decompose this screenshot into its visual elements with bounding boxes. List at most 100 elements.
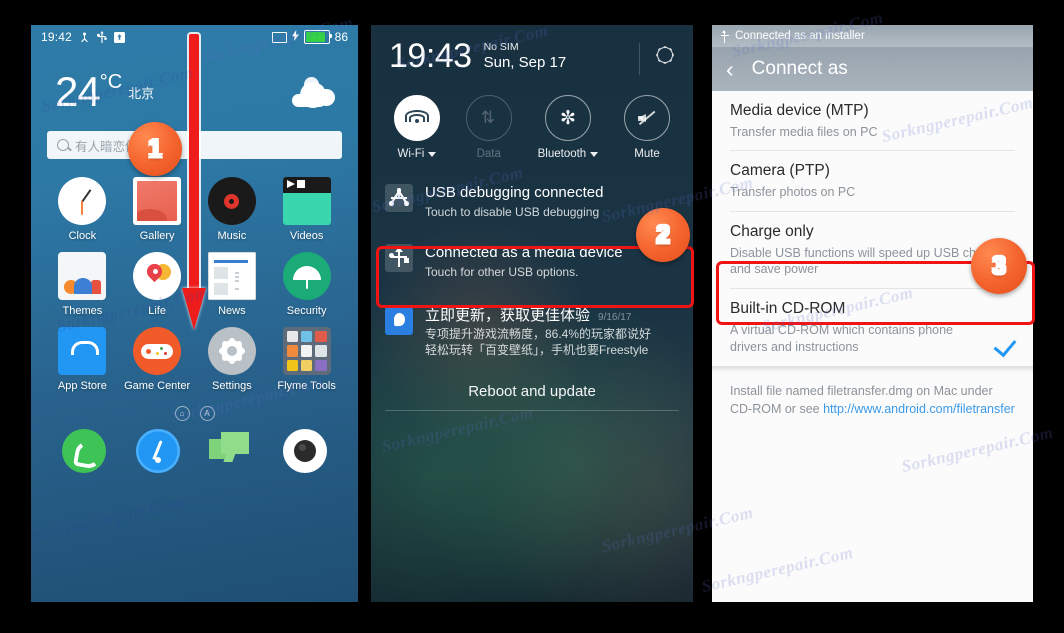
- notification-date: 9/16/17: [598, 311, 632, 323]
- wifi-icon: [393, 95, 440, 141]
- step-badge-2: 2: [636, 208, 690, 262]
- option-media-device-mtp[interactable]: Media device (MTP) Transfer media files …: [712, 91, 1033, 150]
- app-icon-videos[interactable]: Videos: [269, 177, 344, 242]
- sim-status: No SIM: [483, 41, 519, 53]
- step-badge-3: 3: [971, 238, 1027, 294]
- home-page-dot[interactable]: ⌂: [174, 406, 190, 421]
- usb-icon: [720, 29, 729, 43]
- app-bar: ‹ Connect as: [712, 47, 1033, 91]
- toggle-label: Mute: [634, 148, 660, 160]
- camera-icon[interactable]: [283, 429, 328, 473]
- download-icon: [114, 31, 126, 43]
- app-label: Clock: [68, 230, 97, 242]
- back-chevron-icon[interactable]: ‹: [726, 57, 734, 81]
- status-bar: Connected as an installer: [712, 25, 1033, 47]
- option-subtitle: Transfer media files on PC: [730, 124, 878, 139]
- quick-toggles: Wi-Fi ⇅ Data ✼ Bluetooth Mute: [371, 95, 693, 160]
- app-icon-security[interactable]: Security: [269, 252, 344, 317]
- flyme-tools-icon: [282, 327, 331, 375]
- app-icon-gallery[interactable]: Gallery: [120, 177, 195, 242]
- chevron-down-icon[interactable]: [590, 151, 599, 157]
- notification-update[interactable]: 立即更新，获取更佳体验 9/16/17 专项提升游戏流畅度，86.4%的玩家都说…: [371, 295, 693, 369]
- videos-icon: [282, 177, 331, 225]
- android-filetransfer-link[interactable]: http://www.android.com/filetransfer: [823, 402, 1015, 416]
- app-icon-themes[interactable]: Themes: [45, 252, 120, 317]
- dock: [31, 421, 358, 473]
- notification-subtitle: 专项提升游戏流畅度，86.4%的玩家都说好 轻松玩转「百变壁纸」，手机也要Fre…: [425, 327, 652, 358]
- status-bar: 19:42 86: [31, 25, 358, 49]
- messaging-icon[interactable]: [209, 429, 253, 473]
- app-icon-clock[interactable]: Clock: [45, 177, 120, 242]
- app-icon-app-store[interactable]: App Store: [45, 327, 120, 392]
- usb-icon: [385, 244, 413, 273]
- news-icon: [207, 252, 256, 300]
- footnote: Install file named filetransfer.dmg on M…: [712, 372, 1033, 418]
- option-title: Media device (MTP): [730, 102, 869, 119]
- apps-page-dot[interactable]: A: [199, 406, 215, 421]
- themes-icon: [58, 252, 107, 300]
- gear-icon[interactable]: [653, 43, 675, 65]
- clock-icon: [58, 177, 107, 225]
- weather-degree: °C: [99, 71, 123, 93]
- app-label: App Store: [57, 380, 107, 392]
- weather-city: 北京: [128, 86, 155, 101]
- toggle-wifi[interactable]: Wi-Fi: [393, 95, 440, 160]
- sim-icon: [271, 31, 287, 43]
- charging-icon: [291, 30, 299, 44]
- weather-widget[interactable]: 24 °C 北京: [31, 71, 358, 113]
- app-label: Flyme Tools: [277, 380, 336, 392]
- step-badge-1: 1: [128, 122, 182, 176]
- option-camera-ptp[interactable]: Camera (PTP) Transfer photos on PC: [712, 151, 1033, 210]
- status-time: 19:42: [41, 30, 73, 44]
- app-label: Videos: [289, 230, 324, 242]
- app-store-icon: [58, 327, 107, 375]
- app-label: Security: [286, 305, 327, 317]
- adb-icon: [385, 184, 413, 212]
- toggle-mute[interactable]: Mute: [624, 95, 671, 160]
- shade-date: Sun, Sep 17: [483, 54, 567, 71]
- app-icon-life[interactable]: Life: [120, 252, 195, 317]
- security-icon: [282, 252, 331, 300]
- mute-icon: [624, 95, 671, 141]
- game-center-icon: [133, 327, 182, 375]
- phone-home-screen: 19:42 86 24 °C 北京 有人暗恋你 Clock Gallery Mu…: [31, 25, 358, 602]
- app-grid: Clock Gallery Music Videos Themes Life N…: [31, 177, 358, 392]
- toggle-label: Wi-Fi: [397, 148, 425, 160]
- status-text: Connected as an installer: [735, 30, 865, 42]
- connect-as-dialog: Connected as an installer ‹ Connect as M…: [712, 25, 1033, 602]
- option-title: Charge only: [730, 222, 814, 240]
- app-icon-settings[interactable]: Settings: [195, 327, 270, 392]
- app-icon-game-center[interactable]: Game Center: [120, 327, 195, 392]
- reboot-and-update-button[interactable]: Reboot and update: [371, 383, 693, 410]
- app-label: Music: [217, 230, 247, 242]
- toggle-data[interactable]: ⇅ Data: [465, 95, 512, 160]
- browser-icon[interactable]: [135, 429, 180, 473]
- screenshot-stage: 19:42 86 24 °C 北京 有人暗恋你 Clock Gallery Mu…: [0, 0, 1064, 633]
- toggle-bluetooth[interactable]: ✼ Bluetooth: [538, 95, 599, 160]
- page-indicator: ⌂ A: [31, 406, 358, 421]
- page-title: Connect as: [751, 58, 848, 79]
- shade-date-block: No SIM Sun, Sep 17: [484, 41, 567, 71]
- data-icon: ⇅: [465, 95, 512, 141]
- app-label: Game Center: [124, 380, 191, 392]
- option-built-in-cd-rom[interactable]: Built-in CD-ROM A virtual CD-ROM which c…: [712, 289, 1033, 365]
- header-divider: [639, 43, 640, 75]
- phone-icon[interactable]: [61, 429, 106, 473]
- shade-bottom-divider: [385, 409, 679, 411]
- chevron-down-icon[interactable]: [428, 151, 437, 157]
- partly-cloudy-icon: [288, 77, 335, 108]
- notification-list: USB debugging connected Touch to disable…: [371, 174, 693, 369]
- notification-subtitle: Touch for other USB options.: [425, 265, 579, 280]
- app-icon-music[interactable]: Music: [195, 177, 270, 242]
- app-icon-news[interactable]: News: [195, 252, 270, 317]
- app-icon-flyme-tools[interactable]: Flyme Tools: [269, 327, 344, 392]
- weather-temperature: 24: [55, 68, 101, 115]
- option-list: Media device (MTP) Transfer media files …: [712, 91, 1033, 366]
- app-label: News: [218, 305, 246, 317]
- music-icon: [207, 177, 256, 225]
- battery-percent: 86: [334, 30, 348, 44]
- shade-header: 19:43 No SIM Sun, Sep 17: [371, 25, 693, 73]
- search-input[interactable]: 有人暗恋你: [47, 131, 342, 159]
- app-label: Life: [148, 305, 166, 317]
- notification-title: 立即更新，获取更佳体验: [425, 306, 591, 324]
